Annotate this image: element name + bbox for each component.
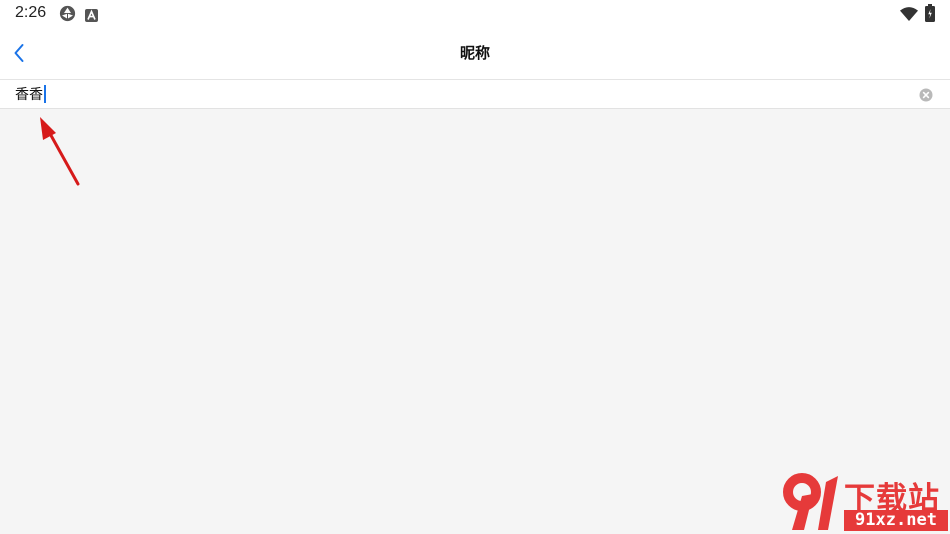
app-bar: 昵称: [0, 28, 950, 80]
status-time: 2:26: [15, 4, 47, 21]
nickname-input[interactable]: [15, 80, 895, 108]
page-title: 昵称: [459, 44, 490, 62]
battery-icon: [925, 4, 935, 26]
text-cursor: [44, 85, 46, 103]
circle-arrows-icon: [59, 5, 76, 26]
watermark: 下载站 91xz.net: [778, 472, 948, 532]
watermark-domain: 91xz.net: [844, 510, 948, 531]
clear-circle-icon: [919, 88, 933, 102]
nickname-input-row: [0, 80, 950, 109]
status-bar: 2:26: [0, 0, 950, 28]
a-square-icon: [85, 7, 98, 26]
clear-button[interactable]: [919, 87, 933, 102]
watermark-logo-icon: [783, 473, 838, 530]
wifi-icon: [900, 6, 918, 25]
